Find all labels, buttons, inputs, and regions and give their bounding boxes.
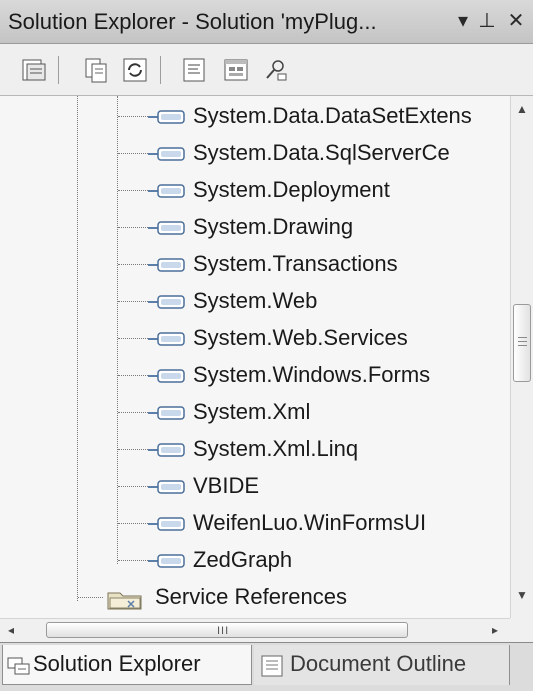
solution-explorer-window: Solution Explorer - Solution 'myPlug... …: [0, 0, 533, 691]
reference-icon: [148, 256, 186, 274]
scroll-up-arrow-icon[interactable]: ▲: [515, 102, 529, 116]
tree-item-reference[interactable]: System.Data.DataSetExtens: [0, 98, 510, 135]
tree-item-label: ZedGraph: [193, 547, 293, 572]
reference-icon: [148, 108, 186, 126]
scroll-left-arrow-icon[interactable]: ◂: [4, 623, 18, 637]
reference-icon: [148, 367, 186, 385]
scrollbar-corner: [510, 618, 533, 642]
window-title: Solution Explorer - Solution 'myPlug...: [8, 9, 377, 34]
vertical-scroll-thumb[interactable]: [513, 304, 531, 382]
refresh-icon[interactable]: [121, 56, 149, 84]
scroll-down-arrow-icon[interactable]: ▼: [515, 588, 529, 602]
tree-connector: [118, 375, 148, 376]
tree-connector: [118, 116, 148, 117]
class-diagram-icon[interactable]: [262, 56, 290, 84]
title-bar[interactable]: Solution Explorer - Solution 'myPlug... …: [0, 0, 533, 44]
reference-icon: [148, 182, 186, 200]
tree-item-reference[interactable]: System.Transactions: [0, 246, 510, 283]
tree-item-reference[interactable]: System.Web.Services: [0, 320, 510, 357]
tree-connector: [118, 449, 148, 450]
reference-icon: [148, 330, 186, 348]
solution-explorer-icon: [7, 655, 33, 677]
close-icon[interactable]: ✕: [505, 8, 527, 34]
tree-connector: [118, 190, 148, 191]
tab-label: Solution Explorer: [33, 651, 201, 676]
toolbar-separator: [58, 56, 59, 84]
reference-icon: [148, 441, 186, 459]
horizontal-scroll-thumb[interactable]: III: [46, 622, 408, 638]
tree-connector: [118, 486, 148, 487]
tree-item-label: System.Xml: [193, 399, 311, 424]
tree-item-reference[interactable]: System.Xml: [0, 394, 510, 431]
tree-item-service-references[interactable]: Service References: [0, 579, 510, 616]
tree-item-label: System.Xml.Linq: [193, 436, 359, 461]
tab-document-outline[interactable]: Document Outline: [254, 645, 510, 685]
tree-item-label: System.Windows.Forms: [193, 362, 431, 387]
scroll-thumb-grip: III: [217, 625, 230, 637]
tab-solution-explorer[interactable]: Solution Explorer: [2, 645, 252, 685]
reference-icon: [148, 478, 186, 496]
tree-item-reference[interactable]: System.Deployment: [0, 172, 510, 209]
toolbar-separator: [160, 56, 161, 84]
tree-connector: [118, 227, 148, 228]
tree-connector: [118, 301, 148, 302]
tree-item-label: WeifenLuo.WinFormsUI: [193, 510, 427, 535]
tree-connector: [118, 560, 148, 561]
tree-item-reference[interactable]: System.Web: [0, 283, 510, 320]
tree-item-label: System.Data.SqlServerCe: [193, 140, 450, 165]
tree-item-label: System.Drawing: [193, 214, 354, 239]
reference-icon: [148, 515, 186, 533]
tree-item-reference[interactable]: System.Data.SqlServerCe: [0, 135, 510, 172]
view-code-icon[interactable]: [180, 56, 208, 84]
reference-icon: [148, 404, 186, 422]
tree-connector: [118, 153, 148, 154]
tree-item-reference[interactable]: ZedGraph: [0, 542, 510, 579]
tree-connector: [118, 412, 148, 413]
document-outline-icon: [260, 655, 286, 677]
scroll-right-arrow-icon[interactable]: ▸: [488, 623, 502, 637]
tree-item-reference[interactable]: System.Windows.Forms: [0, 357, 510, 394]
tree-item-label: VBIDE: [193, 473, 260, 498]
tree-item-label: System.Web.Services: [193, 325, 408, 350]
tab-label: Document Outline: [290, 651, 467, 676]
tree-connector: [118, 338, 148, 339]
tree-item-label: System.Deployment: [193, 177, 390, 202]
tree-item-label: Service References: [155, 584, 347, 609]
reference-icon: [148, 219, 186, 237]
tree-item-reference[interactable]: System.Xml.Linq: [0, 431, 510, 468]
reference-icon: [148, 293, 186, 311]
tree-item-label: System.Transactions: [193, 251, 398, 276]
tree-connector: [78, 597, 103, 598]
reference-icon: [148, 145, 186, 163]
show-all-files-icon[interactable]: [82, 56, 110, 84]
reference-icon: [148, 552, 186, 570]
auto-hide-pin-icon[interactable]: ⊥: [476, 8, 498, 34]
tree-item-reference[interactable]: WeifenLuo.WinFormsUI: [0, 505, 510, 542]
vertical-scrollbar[interactable]: ▲ ▼: [510, 96, 533, 618]
window-position-dropdown-icon[interactable]: ▾: [452, 8, 474, 34]
bottom-tab-bar: Solution Explorer Document Outline: [0, 642, 533, 691]
properties-icon[interactable]: [20, 56, 48, 84]
tree-item-label: System.Data.DataSetExtens: [193, 103, 472, 128]
tree-connector: [118, 264, 148, 265]
tree-connector: [118, 523, 148, 524]
tree-item-label: System.Web: [193, 288, 318, 313]
toolbar: [0, 44, 533, 96]
view-designer-icon[interactable]: [222, 56, 250, 84]
tree-item-reference[interactable]: System.Drawing: [0, 209, 510, 246]
solution-tree[interactable]: System.Data.DataSetExtens System.Data.Sql…: [0, 96, 510, 618]
folder-icon: [106, 587, 146, 611]
tree-item-reference[interactable]: VBIDE: [0, 468, 510, 505]
horizontal-scrollbar[interactable]: ◂ III ▸: [0, 618, 510, 642]
